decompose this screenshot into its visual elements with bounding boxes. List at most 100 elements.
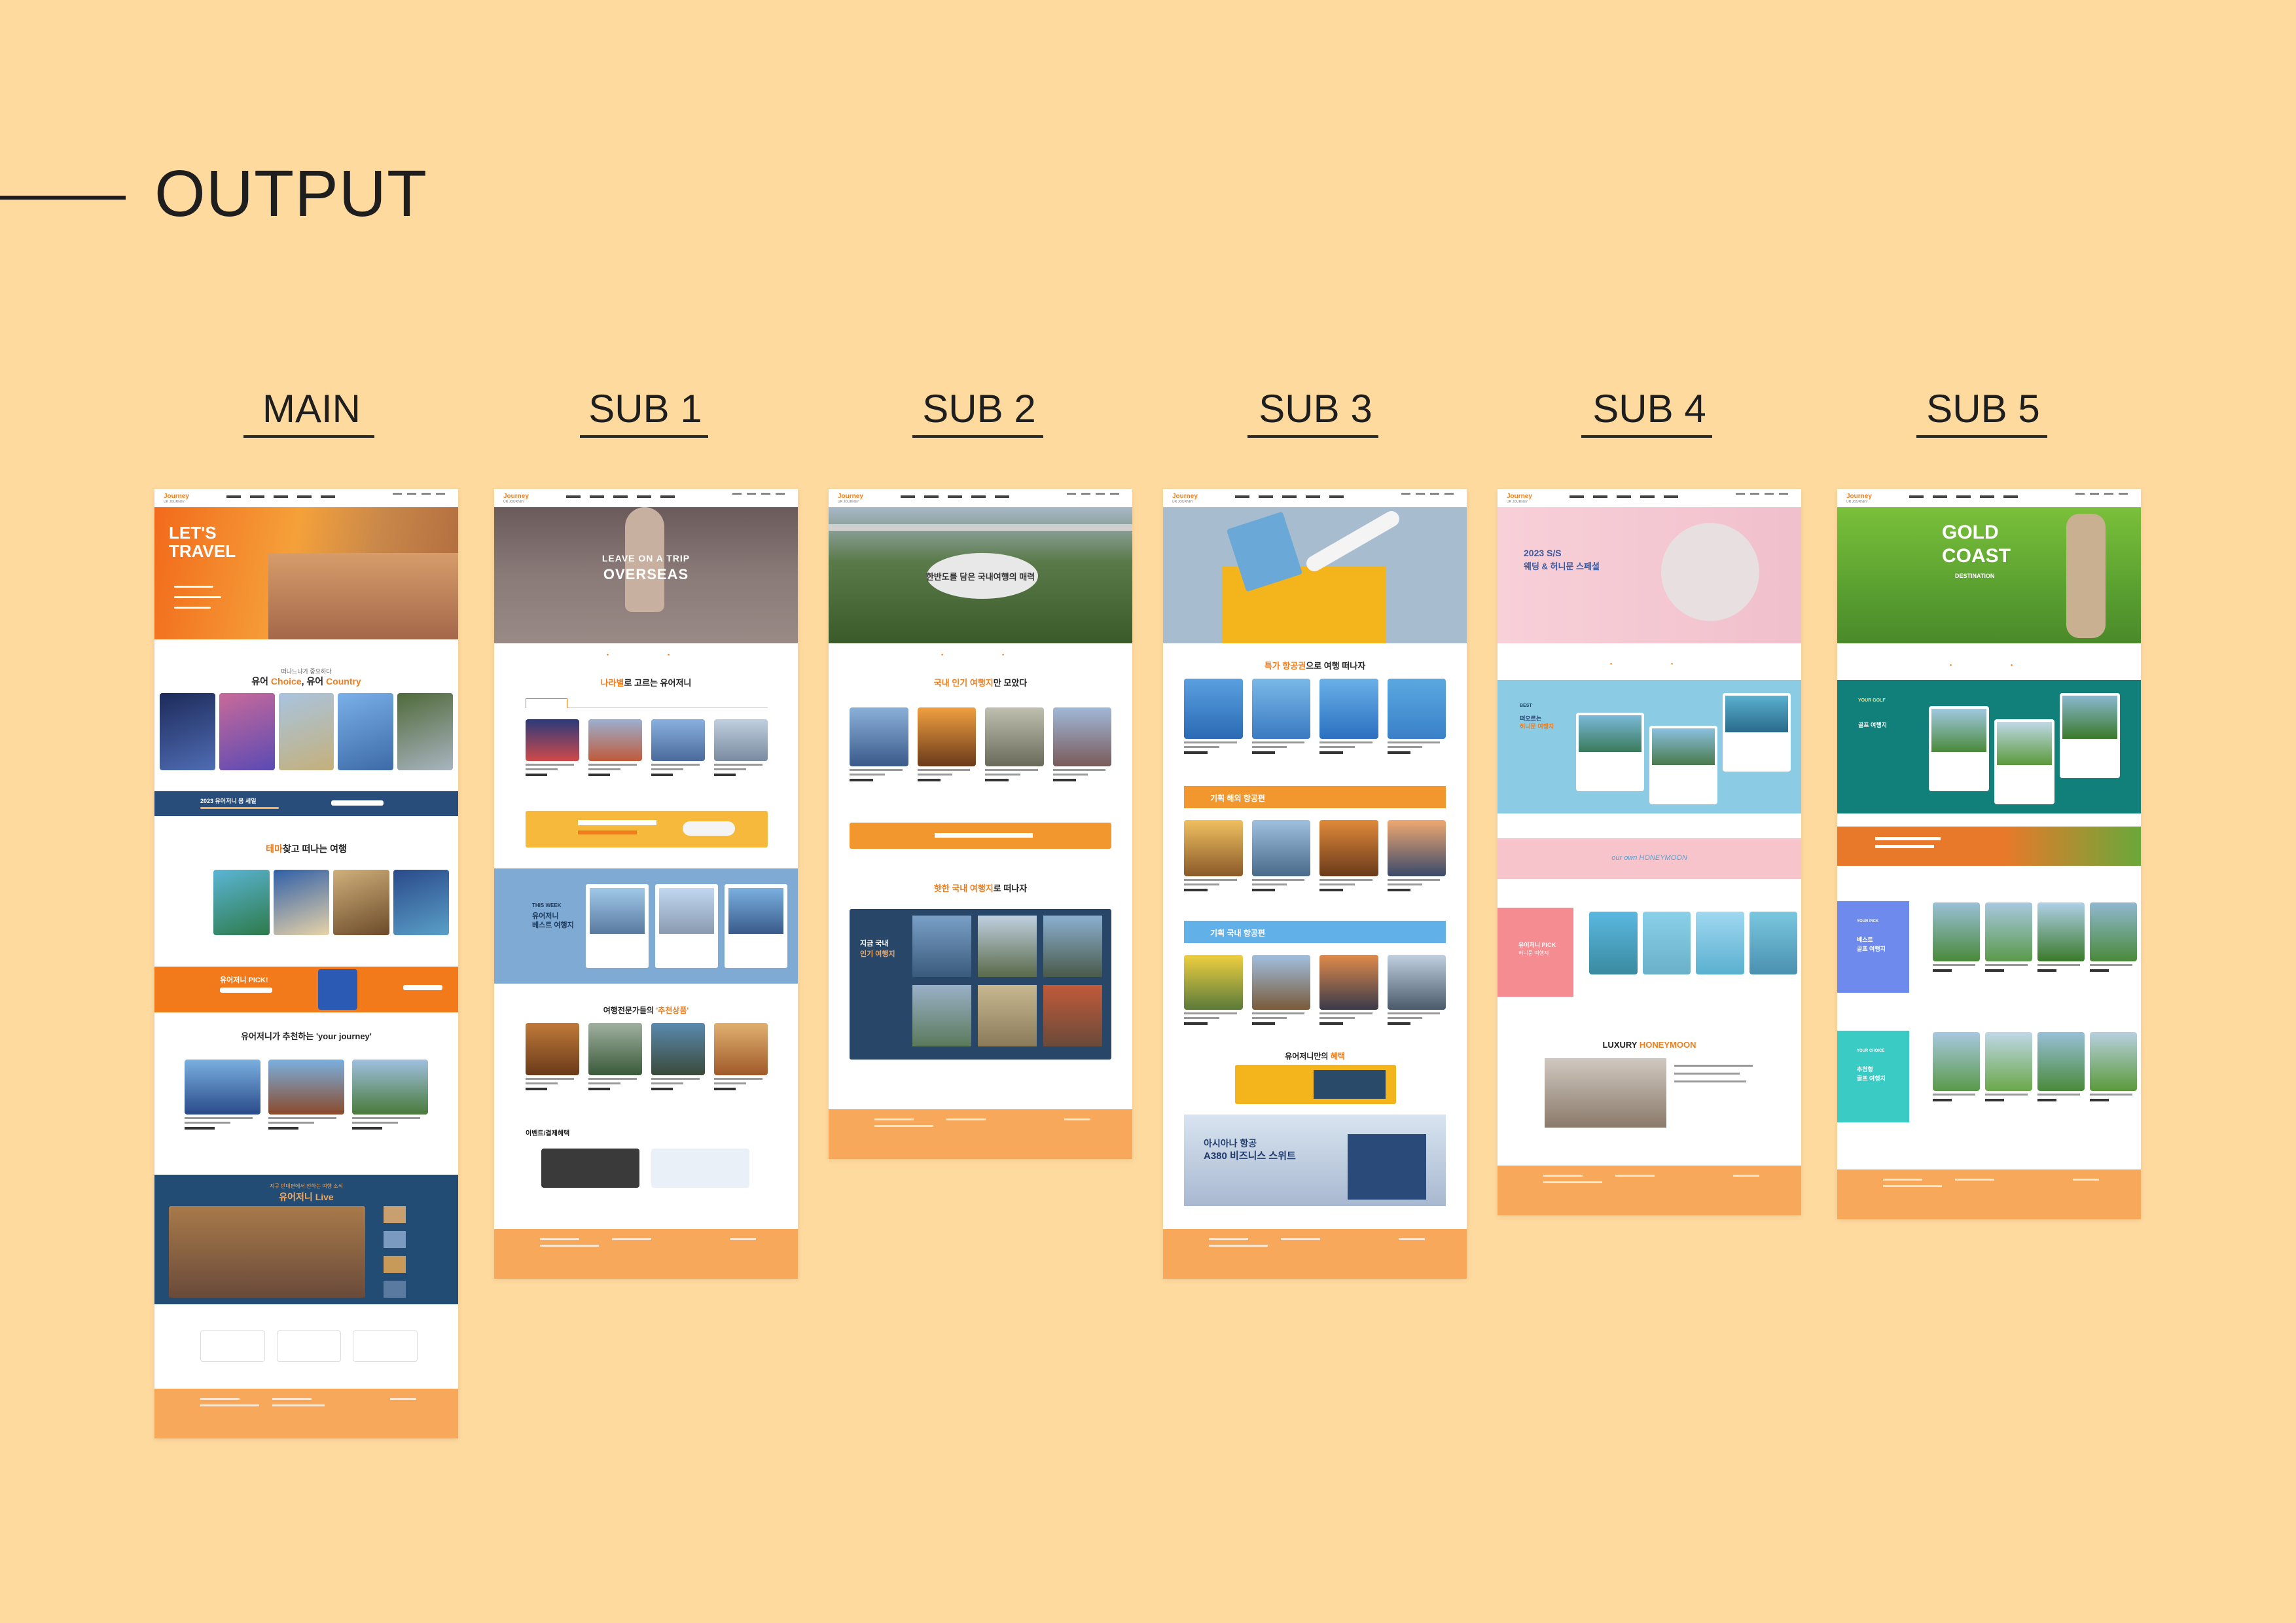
list-item[interactable] (1642, 912, 1691, 974)
location-row (494, 651, 798, 657)
column-underline (580, 435, 708, 438)
list-item[interactable] (850, 707, 908, 781)
list-item[interactable] (651, 1023, 705, 1090)
list-item[interactable] (714, 1023, 768, 1090)
list-item[interactable] (219, 693, 275, 770)
list-item[interactable] (588, 719, 642, 776)
list-item[interactable] (353, 1330, 418, 1362)
recommend-cards (526, 1023, 768, 1090)
logo: Journey UR JOURNEY (503, 493, 529, 504)
tab-active[interactable] (526, 698, 567, 708)
list-item[interactable] (526, 1023, 579, 1090)
section-title-choice: 유어 Choice, 유어 Country (251, 676, 361, 687)
domestic-bar[interactable]: 기획 국내 항공편 (1184, 921, 1446, 943)
list-item[interactable] (1251, 679, 1310, 754)
choice-box: YOUR CHOICE 추천형 골프 여행지 (1837, 1031, 1909, 1122)
list-item[interactable] (1933, 902, 1980, 972)
event-card[interactable] (651, 1149, 749, 1188)
column-label-sub4: SUB 4 (1592, 387, 1706, 431)
sub3-page-mockup: Journey UR JOURNEY 특가 항공권으로 여행 떠나자 기획 해외 … (1163, 489, 1467, 1279)
page-title: OUTPUT (154, 157, 428, 230)
tab-bar[interactable] (526, 698, 768, 708)
pick-box: YOUR PICK 베스트 골프 여행지 (1837, 901, 1909, 993)
journey-cards (185, 1060, 428, 1130)
list-item[interactable] (1387, 820, 1446, 891)
sub5-page-mockup: Journey UR JOURNEY GOLD COAST DESTINATION… (1837, 489, 2141, 1219)
list-item[interactable] (985, 707, 1044, 781)
pick-cards (1933, 902, 2137, 972)
sub1-page-mockup: Journey UR JOURNEY LEAVE ON A TRIP OVERSE… (494, 489, 798, 1279)
nav-bar: Journey UR JOURNEY (1498, 489, 1801, 508)
list-item[interactable] (1251, 955, 1310, 1025)
overseas-cards (1184, 820, 1446, 891)
domestic-cards (1184, 955, 1446, 1025)
list-item[interactable] (1184, 679, 1243, 754)
nav-bar: Journey UR JOURNEY (154, 489, 458, 508)
notice-cards (200, 1330, 418, 1362)
list-item[interactable] (1184, 820, 1243, 891)
list-item[interactable] (714, 719, 768, 776)
ad-banner[interactable]: 아시아나 항공 A380 비즈니스 스위트 (1184, 1115, 1446, 1206)
airfare-cards (1184, 679, 1446, 754)
list-item[interactable] (1319, 820, 1378, 891)
list-item[interactable] (185, 1060, 260, 1130)
logo: Journey UR JOURNEY (1507, 493, 1532, 504)
list-item[interactable] (1696, 912, 1744, 974)
hero-line2: TRAVEL (169, 541, 236, 561)
list-item[interactable] (1184, 955, 1243, 1025)
list-item[interactable] (1933, 1032, 1980, 1101)
hero-banner: GOLD COAST DESTINATION (1837, 507, 2141, 643)
section-title-recommend: 여행전문가들의 '추천상품' (603, 1006, 689, 1015)
promo-banner[interactable] (850, 823, 1111, 849)
list-item[interactable] (1387, 955, 1446, 1025)
list-item[interactable] (2037, 1032, 2085, 1101)
overseas-bar[interactable]: 기획 해외 항공편 (1184, 786, 1446, 808)
list-item[interactable] (651, 719, 705, 776)
column-label-main: MAIN (262, 387, 361, 431)
list-item[interactable] (160, 693, 215, 770)
benefit-banner[interactable] (1235, 1065, 1396, 1104)
list-item[interactable] (917, 707, 976, 781)
list-item[interactable] (200, 1330, 265, 1362)
list-item[interactable] (1985, 1032, 2032, 1101)
list-item[interactable] (278, 693, 334, 770)
list-item[interactable] (397, 693, 453, 770)
list-item[interactable] (338, 693, 394, 770)
list-item[interactable] (273, 870, 329, 935)
event-card[interactable] (541, 1149, 639, 1188)
list-item[interactable] (213, 870, 270, 935)
luxury-photo[interactable] (1545, 1058, 1666, 1128)
list-item[interactable] (393, 870, 449, 935)
list-item[interactable] (1985, 902, 2032, 972)
list-item[interactable] (2037, 902, 2085, 972)
list-item[interactable] (2090, 1032, 2137, 1101)
location-row (829, 651, 1132, 657)
logo: Journey UR JOURNEY (838, 493, 863, 504)
list-item[interactable] (1589, 912, 1638, 974)
promo-banner[interactable] (526, 811, 768, 847)
best-section: THIS WEEK 유어저니 베스트 여행지 (494, 868, 798, 984)
list-item[interactable] (276, 1330, 342, 1362)
list-item[interactable] (1319, 955, 1378, 1025)
hero-line1: LET'S (169, 523, 217, 543)
list-item[interactable] (1052, 707, 1111, 781)
footer (829, 1109, 1132, 1159)
list-item[interactable] (352, 1060, 428, 1130)
list-item[interactable] (1749, 912, 1797, 974)
golf-banner[interactable] (1837, 827, 2141, 866)
list-item[interactable] (2090, 902, 2137, 972)
pick-box: 유어저니 PICK 허니문 여행지 (1498, 908, 1573, 997)
footer (1498, 1166, 1801, 1215)
sale-banner[interactable]: 2023 유어저니 봄 세일 (154, 791, 458, 816)
list-item[interactable] (1251, 820, 1310, 891)
list-item[interactable] (526, 719, 579, 776)
honeymoon-banner[interactable]: our own HONEYMOON (1498, 838, 1801, 879)
section-title-popular: 국내 인기 여행지만 모았다 (933, 678, 1028, 688)
list-item[interactable] (268, 1060, 344, 1130)
list-item[interactable] (1387, 679, 1446, 754)
pick-banner[interactable]: 유어저니 PICK! (154, 967, 458, 1012)
list-item[interactable] (588, 1023, 642, 1090)
column-underline (243, 435, 374, 438)
list-item[interactable] (1319, 679, 1378, 754)
list-item[interactable] (333, 870, 389, 935)
